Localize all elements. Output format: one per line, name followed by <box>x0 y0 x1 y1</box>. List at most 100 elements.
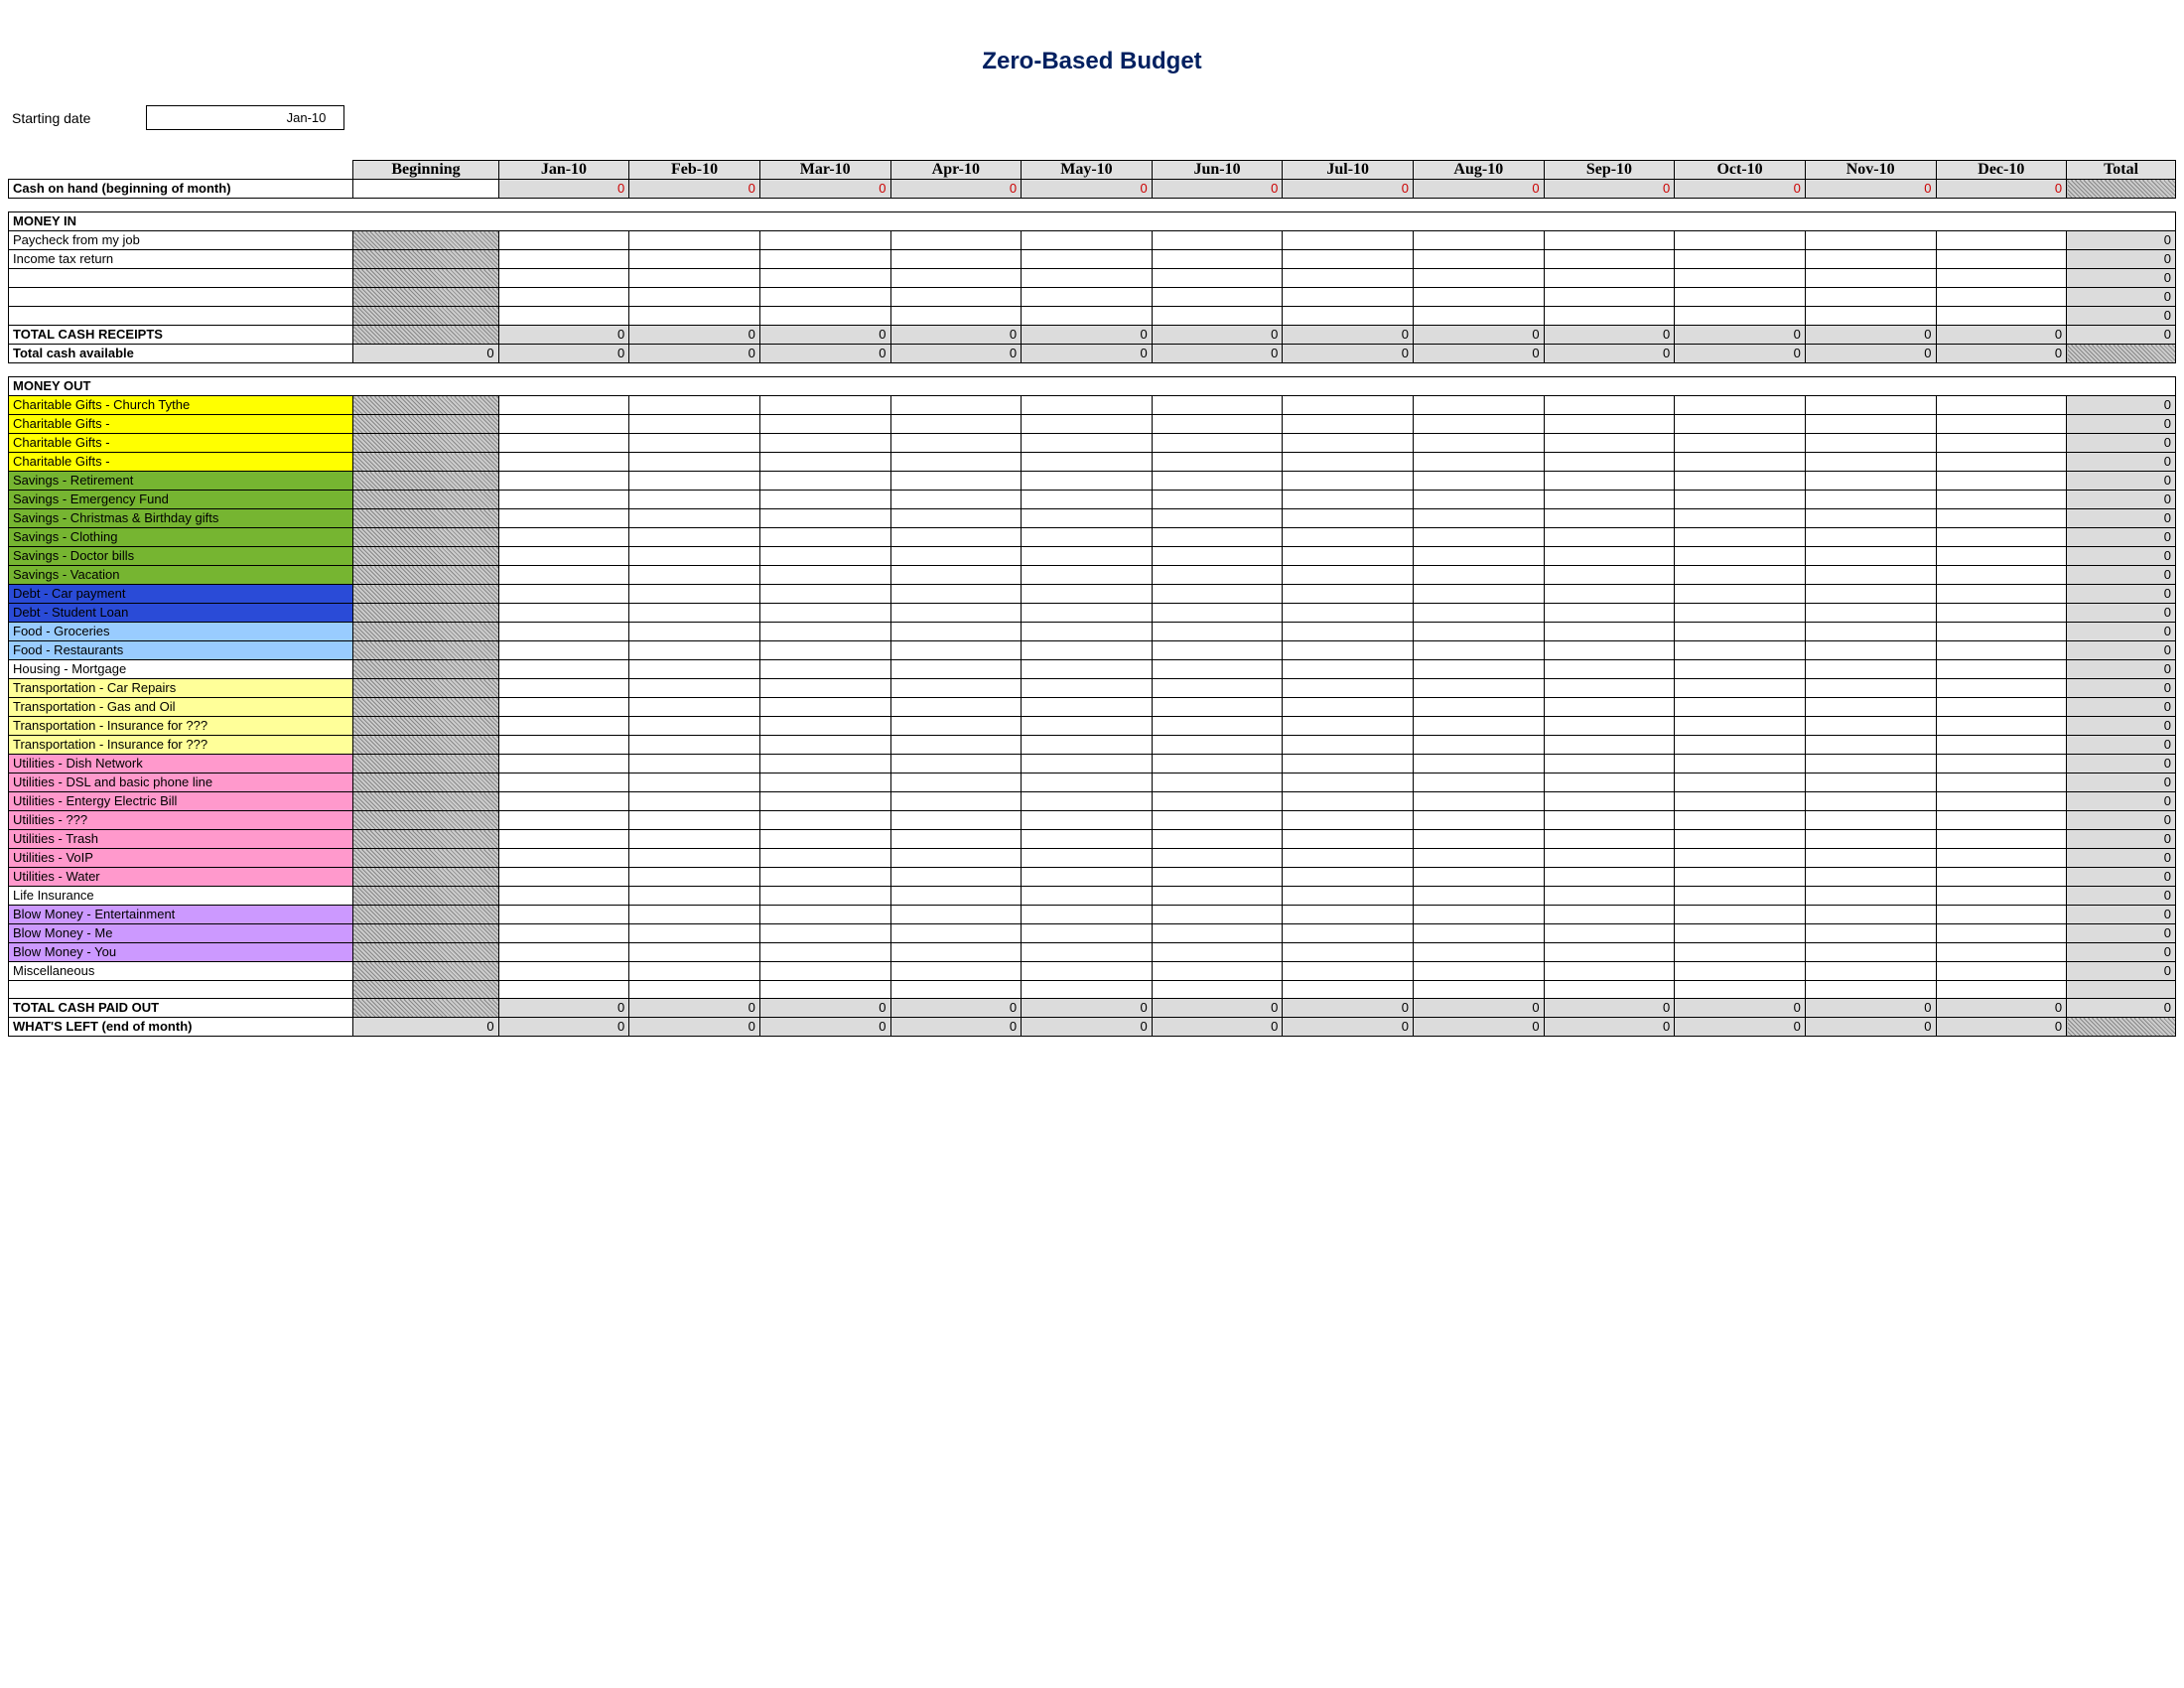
cell[interactable] <box>1936 660 2067 679</box>
cell[interactable] <box>1805 528 1936 547</box>
cell[interactable] <box>1152 755 1283 774</box>
cell[interactable] <box>1022 906 1153 924</box>
cell[interactable] <box>1414 269 1545 288</box>
category-row[interactable]: Utilities - DSL and basic phone line <box>9 774 353 792</box>
cell[interactable] <box>1675 396 1806 415</box>
cell[interactable] <box>1675 566 1806 585</box>
cell[interactable] <box>890 849 1022 868</box>
cell[interactable] <box>1414 491 1545 509</box>
cell[interactable] <box>629 472 760 491</box>
cell[interactable]: 0 <box>1675 180 1806 199</box>
cell[interactable] <box>1152 868 1283 887</box>
cell[interactable] <box>890 434 1022 453</box>
cell[interactable] <box>1936 396 2067 415</box>
cell[interactable] <box>498 269 629 288</box>
row-label[interactable]: Income tax return <box>9 250 353 269</box>
cell[interactable] <box>890 623 1022 641</box>
cell[interactable] <box>1805 623 1936 641</box>
cell[interactable] <box>759 415 890 434</box>
cell[interactable] <box>1414 868 1545 887</box>
cell[interactable] <box>629 491 760 509</box>
cell[interactable] <box>1022 453 1153 472</box>
cell[interactable] <box>1022 415 1153 434</box>
cell[interactable] <box>498 288 629 307</box>
cell[interactable] <box>1936 566 2067 585</box>
cell[interactable] <box>498 755 629 774</box>
cell[interactable] <box>759 491 890 509</box>
cell[interactable] <box>1675 981 1806 999</box>
cell[interactable] <box>1805 453 1936 472</box>
cell[interactable] <box>1283 660 1414 679</box>
cell[interactable] <box>1805 698 1936 717</box>
cell[interactable] <box>1022 660 1153 679</box>
cell[interactable] <box>1936 906 2067 924</box>
cell[interactable] <box>1805 792 1936 811</box>
cell[interactable] <box>1936 604 2067 623</box>
cell[interactable] <box>498 491 629 509</box>
cell[interactable] <box>1414 887 1545 906</box>
cell[interactable] <box>1675 604 1806 623</box>
cell[interactable] <box>890 472 1022 491</box>
cell[interactable] <box>1283 585 1414 604</box>
cell[interactable] <box>759 981 890 999</box>
cell[interactable] <box>1414 755 1545 774</box>
cell[interactable] <box>1936 231 2067 250</box>
category-row[interactable]: Food - Restaurants <box>9 641 353 660</box>
cell[interactable] <box>1805 396 1936 415</box>
cell[interactable] <box>1414 792 1545 811</box>
category-row[interactable]: Blow Money - You <box>9 943 353 962</box>
cell[interactable]: 0 <box>1936 180 2067 199</box>
cell[interactable] <box>759 509 890 528</box>
cell[interactable] <box>1544 943 1675 962</box>
cell[interactable] <box>498 566 629 585</box>
category-row[interactable]: Savings - Christmas & Birthday gifts <box>9 509 353 528</box>
cell[interactable] <box>1675 792 1806 811</box>
cell[interactable] <box>498 547 629 566</box>
cell[interactable] <box>1675 231 1806 250</box>
cell[interactable] <box>1022 792 1153 811</box>
cell[interactable] <box>1414 288 1545 307</box>
cell[interactable] <box>498 830 629 849</box>
row-label[interactable] <box>9 269 353 288</box>
cell[interactable] <box>1805 491 1936 509</box>
cell[interactable] <box>1675 415 1806 434</box>
cell[interactable] <box>1675 774 1806 792</box>
category-row[interactable]: Savings - Doctor bills <box>9 547 353 566</box>
cell[interactable] <box>1805 755 1936 774</box>
cell[interactable] <box>1022 396 1153 415</box>
cell[interactable] <box>629 943 760 962</box>
cell[interactable] <box>1544 307 1675 326</box>
cell[interactable] <box>759 887 890 906</box>
cell[interactable] <box>629 415 760 434</box>
cell[interactable] <box>498 924 629 943</box>
cell[interactable] <box>1936 307 2067 326</box>
cell[interactable] <box>759 231 890 250</box>
cell[interactable] <box>759 774 890 792</box>
cell[interactable] <box>1805 472 1936 491</box>
cell[interactable] <box>1675 868 1806 887</box>
cell[interactable] <box>1805 307 1936 326</box>
cell[interactable] <box>629 962 760 981</box>
cell[interactable] <box>1152 434 1283 453</box>
cell[interactable] <box>1805 231 1936 250</box>
cell[interactable] <box>1022 250 1153 269</box>
category-row[interactable]: Blow Money - Me <box>9 924 353 943</box>
cell[interactable] <box>498 849 629 868</box>
cell[interactable] <box>1544 660 1675 679</box>
cell[interactable] <box>1022 491 1153 509</box>
cell[interactable] <box>1414 307 1545 326</box>
cell[interactable] <box>1544 830 1675 849</box>
cell[interactable] <box>629 736 760 755</box>
cell[interactable] <box>1022 981 1153 999</box>
cell[interactable] <box>1414 830 1545 849</box>
cell[interactable] <box>1022 698 1153 717</box>
cell[interactable] <box>1936 269 2067 288</box>
cell[interactable] <box>890 906 1022 924</box>
cell[interactable] <box>1675 453 1806 472</box>
cell[interactable] <box>1283 604 1414 623</box>
cell[interactable] <box>1414 415 1545 434</box>
cell[interactable] <box>1805 717 1936 736</box>
cell[interactable] <box>1283 453 1414 472</box>
cell[interactable] <box>759 924 890 943</box>
cell[interactable] <box>1805 547 1936 566</box>
